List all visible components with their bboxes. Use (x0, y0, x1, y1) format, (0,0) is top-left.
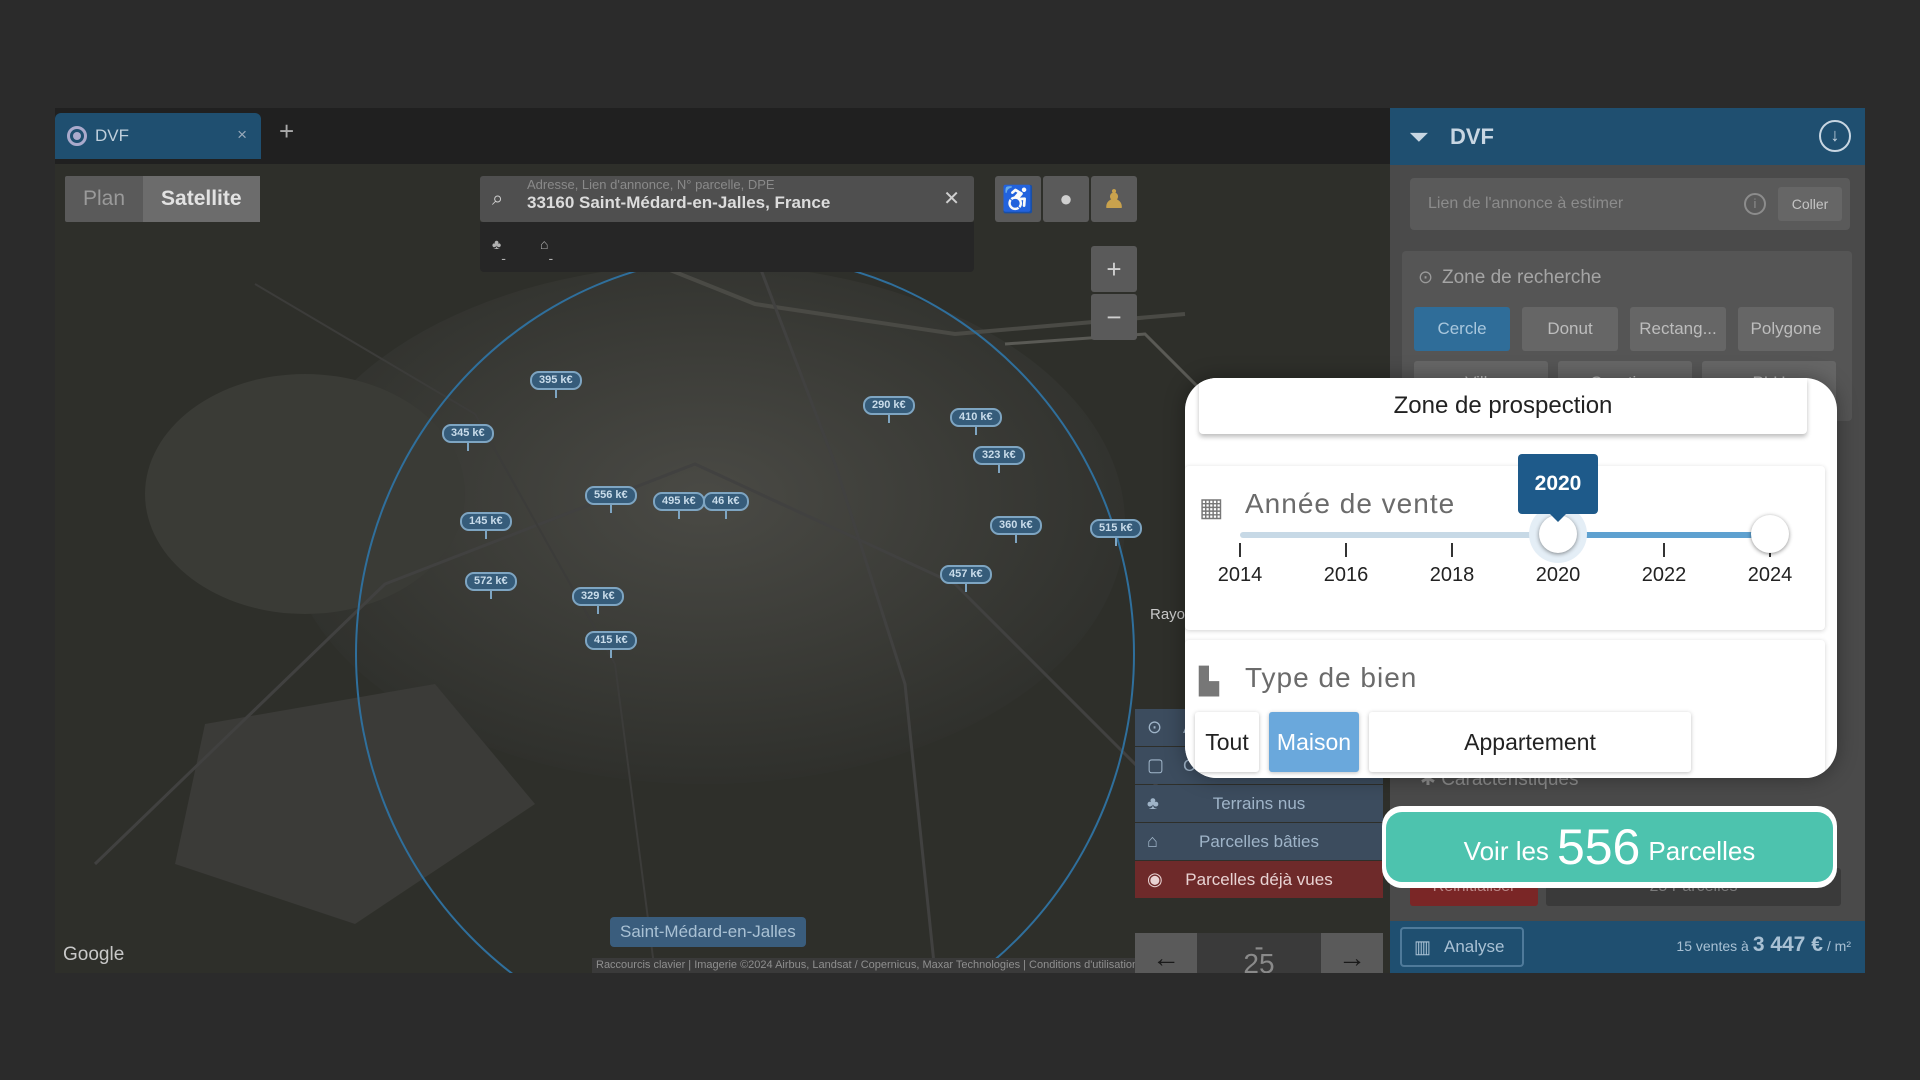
legend-item-vues[interactable]: ◉ Parcelles déjà vues (1135, 861, 1383, 898)
map-type-toggle: Plan Satellite (65, 176, 260, 222)
price-pin[interactable]: 495 k€ (653, 492, 705, 519)
legend-item-terrains[interactable]: ♣ Terrains nus (1135, 785, 1383, 822)
search-placeholder: Adresse, Lien d'annonce, N° parcelle, DP… (527, 177, 775, 192)
voir-parcelles-button[interactable]: Voir les 556 Parcelles (1386, 812, 1833, 882)
tree-filter[interactable]: ♣ - (492, 236, 506, 266)
google-logo: Google (63, 944, 125, 965)
type-maison-button[interactable]: Maison (1269, 712, 1359, 772)
analyse-button[interactable]: ▥ Analyse (1400, 927, 1524, 967)
modal-title: Zone de prospection (1199, 378, 1807, 434)
zoom-out-button[interactable]: − (1091, 294, 1137, 340)
price-pin[interactable]: 145 k€ (460, 512, 512, 539)
dvf-logo-icon (67, 126, 87, 146)
map-pin-icon: ⊙ (1147, 717, 1163, 737)
year-tick (1345, 543, 1347, 557)
close-tab-icon[interactable]: × (237, 125, 247, 145)
year-tick-label: 2016 (1323, 564, 1369, 586)
sidebar-title: DVF (1450, 124, 1494, 149)
zone-donut-button[interactable]: Donut (1522, 307, 1618, 351)
info-icon[interactable]: i (1744, 193, 1766, 215)
house-icon: ⌂ (1147, 831, 1158, 851)
price-pin[interactable]: 46 k€ (703, 492, 749, 519)
price-pin[interactable]: 360 k€ (990, 516, 1042, 543)
calendar-icon: ▦ (1199, 492, 1224, 522)
screen: DVF × + Plan Satellite ⌕ Adresse, Lien d… (0, 0, 1920, 1080)
filter-icon: ⏷ (1410, 124, 1428, 149)
sidebar-footer: ▥ Analyse 15 ventes à3 447 € / m² (1390, 921, 1865, 973)
house-filter[interactable]: ⌂ - (540, 236, 553, 266)
price-pin[interactable]: 415 k€ (585, 631, 637, 658)
tab-title: DVF (95, 126, 129, 145)
year-to-thumb[interactable] (1751, 515, 1789, 553)
tab-dvf[interactable]: DVF × (55, 113, 261, 159)
type-appartement-button[interactable]: Appartement (1369, 712, 1691, 772)
year-tick-label: 2024 (1747, 564, 1793, 586)
legend-item-parcelles[interactable]: ⌂ Parcelles bâties (1135, 823, 1383, 860)
year-section: ▦ Année de vente (1185, 466, 1825, 630)
year-tick (1451, 543, 1453, 557)
price-pin[interactable]: 457 k€ (940, 565, 992, 592)
zone-polygone-button[interactable]: Polygone (1738, 307, 1834, 351)
zone-title: Zone de recherche (1442, 267, 1602, 288)
search-input[interactable]: 33160 Saint-Médard-en-Jalles, France (527, 193, 830, 213)
voir-parcelles-cta[interactable]: Voir les 556 Parcelles (1382, 806, 1837, 888)
price-pin[interactable]: 395 k€ (530, 371, 582, 398)
pager: ← -25 → (1135, 933, 1383, 973)
year-tick-label: 2018 (1429, 564, 1475, 586)
price-pin[interactable]: 556 k€ (585, 486, 637, 513)
year-tick (1239, 543, 1241, 557)
price-pin[interactable]: 515 k€ (1090, 519, 1142, 546)
zone-rectangle-button[interactable]: Rectang... (1630, 307, 1726, 351)
year-tick-label: 2020 (1535, 564, 1581, 586)
year-tick-label: 2022 (1641, 564, 1687, 586)
price-pin[interactable]: 290 k€ (863, 396, 915, 423)
address-search[interactable]: ⌕ Adresse, Lien d'annonce, N° parcelle, … (480, 176, 974, 222)
download-icon[interactable]: ↓ (1819, 120, 1851, 152)
zone-cercle-button[interactable]: Cercle (1414, 307, 1510, 351)
clear-search-icon[interactable]: ✕ (943, 186, 960, 211)
year-slider-range (1558, 532, 1770, 538)
price-pin[interactable]: 323 k€ (973, 446, 1025, 473)
plan-button[interactable]: Plan (65, 176, 143, 222)
tree-icon: ♣ (1147, 793, 1159, 813)
next-arrow-button[interactable]: → (1321, 933, 1383, 973)
map-place-label: Rayo (1150, 606, 1186, 623)
eye-icon: ◉ (1147, 869, 1163, 889)
zoom-in-button[interactable]: + (1091, 246, 1137, 292)
prospection-modal: Zone de prospection ▦ Année de vente 201… (1185, 378, 1837, 778)
listing-link-input[interactable]: Lien de l'annonce à estimer i Coller (1410, 178, 1850, 230)
year-tick-label: 2014 (1217, 564, 1263, 586)
chart-icon: ▥ (1414, 937, 1432, 957)
price-pin[interactable]: 329 k€ (572, 587, 624, 614)
tab-bar: DVF × + (55, 108, 1390, 164)
new-tab-button[interactable]: + (279, 116, 294, 147)
type-tout-button[interactable]: Tout (1195, 712, 1259, 772)
year-value-bubble: 2020 (1518, 454, 1598, 522)
street-view-icon[interactable]: ♟ (1091, 176, 1137, 222)
city-label: Saint-Médard-en-Jalles (610, 917, 806, 947)
price-pin[interactable]: 410 k€ (950, 408, 1002, 435)
globe-icon[interactable]: ● (1043, 176, 1089, 222)
map-pin-icon: ⊙ (1418, 267, 1434, 287)
accessibility-icon[interactable]: ♿ (995, 176, 1041, 222)
buildings-icon: ▙ (1199, 666, 1219, 696)
square-icon: ▢ (1147, 755, 1165, 775)
sidebar-header: ⏷ DVF ↓ (1390, 108, 1865, 165)
year-tick (1663, 543, 1665, 557)
year-section-title: Année de vente (1245, 488, 1456, 519)
pager-indicator: -25 (1197, 933, 1321, 973)
prev-arrow-button[interactable]: ← (1135, 933, 1197, 973)
satellite-button[interactable]: Satellite (143, 176, 260, 222)
paste-button[interactable]: Coller (1778, 187, 1842, 221)
sales-stats: 15 ventes à3 447 € / m² (1676, 933, 1851, 956)
price-pin[interactable]: 345 k€ (442, 424, 494, 451)
price-pin[interactable]: 572 k€ (465, 572, 517, 599)
search-icon: ⌕ (492, 188, 504, 210)
search-filters: ♣ - ⌂ - (480, 222, 974, 272)
type-section-title: Type de bien (1245, 662, 1418, 693)
